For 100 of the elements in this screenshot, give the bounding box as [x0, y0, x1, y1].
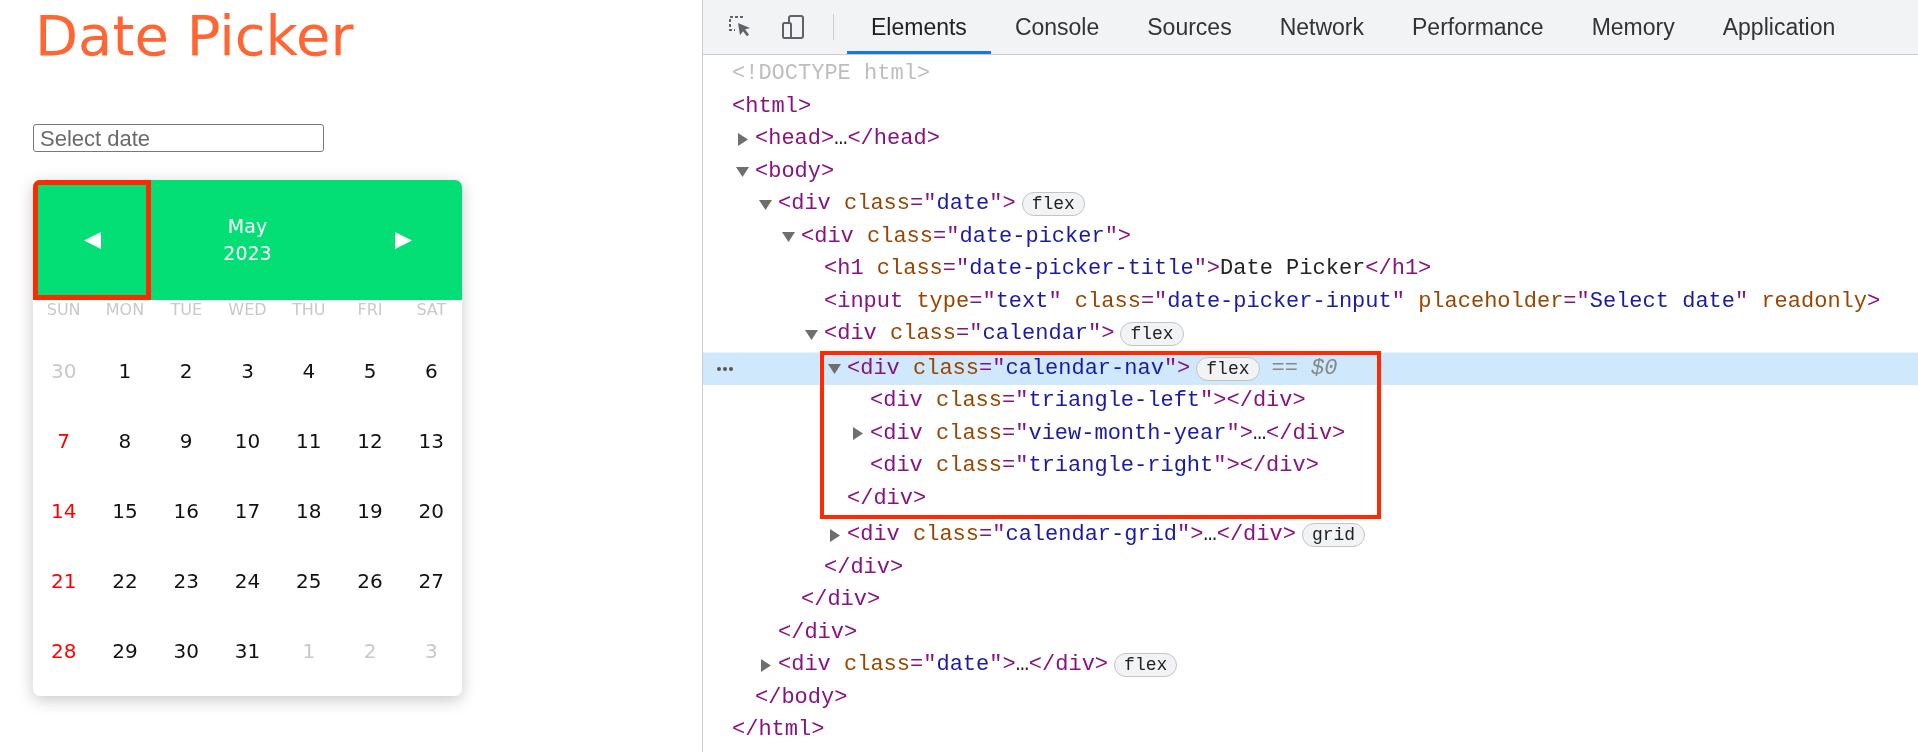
devtools-tab[interactable]: Console [990, 0, 1124, 54]
day-number[interactable]: 3 [241, 359, 254, 384]
year-label: 2023 [223, 241, 272, 267]
tree-row[interactable]: <div class="triangle-left"></div> [824, 385, 1346, 418]
tree-row[interactable]: <div class="view-month-year">…</div> [824, 417, 1346, 450]
tree-row[interactable]: <h1 class="date-picker-title">Date Picker</h1> [703, 253, 1918, 286]
day-number[interactable]: 12 [357, 429, 383, 454]
tree-row[interactable]: <div class="calendar"> flex [703, 318, 1918, 351]
tree-row[interactable]: <div class="date-picker"> [703, 220, 1918, 253]
day-number[interactable]: 8 [118, 429, 132, 454]
day-number[interactable]: 5 [363, 359, 377, 384]
code-text: <div class="triangle-left"></div> [870, 387, 1306, 415]
day-number[interactable]: 22 [112, 569, 138, 594]
tree-row[interactable]: <div class="date">…</div> flex [703, 649, 1918, 682]
day-number[interactable]: 31 [234, 639, 261, 664]
code-text: <head>…</head> [755, 125, 940, 153]
devtools-tab[interactable]: Application [1698, 0, 1860, 54]
tree-row[interactable]: <html> [703, 90, 1918, 123]
layout-badge[interactable]: flex [1021, 192, 1085, 217]
code-text: <input type="text" class="date-picker-input" placeholder="Select date" readonly> [824, 287, 1881, 316]
layout-badge[interactable]: flex [1120, 322, 1184, 347]
tree-row[interactable]: </div> [703, 551, 1918, 584]
tree-row[interactable]: </div> [703, 584, 1918, 617]
code-text: <div class="date-picker"> [801, 222, 1132, 251]
page-title: Date Picker [35, 4, 355, 69]
day-number[interactable]: 13 [418, 429, 445, 454]
code-text: </div> [847, 484, 927, 513]
devtools-tab[interactable]: Network [1255, 0, 1388, 54]
layout-badge[interactable]: grid [1301, 523, 1366, 548]
triangle-left-icon [83, 231, 101, 249]
day-number[interactable]: 20 [418, 499, 445, 524]
day-number[interactable]: 17 [234, 499, 261, 524]
month-label: May [227, 213, 268, 239]
day-number[interactable]: 15 [112, 499, 138, 524]
day-number[interactable]: 24 [234, 569, 261, 594]
day-number[interactable]: 25 [296, 569, 322, 594]
devtools-tab[interactable]: Elements [847, 0, 991, 54]
tree-row[interactable]: <div class="date"> flex [703, 188, 1918, 221]
layout-badge[interactable]: flex [1196, 356, 1260, 381]
date-input[interactable]: Select date [33, 124, 324, 153]
layout-badge[interactable]: flex [1114, 653, 1178, 678]
code-text: <div class="view-month-year">…</div> [870, 419, 1346, 448]
tree-row[interactable]: <div class="triangle-right"></div> [824, 450, 1346, 483]
day-number[interactable]: 4 [302, 359, 316, 384]
code-text: <div class="calendar-nav"> [847, 354, 1191, 383]
day-number[interactable]: 18 [296, 499, 322, 524]
day-number[interactable]: 23 [173, 569, 199, 594]
toggle-arrow-icon[interactable] [828, 528, 841, 542]
code-text: </html> [732, 716, 825, 744]
tree-row[interactable]: <body> [703, 155, 1918, 188]
day-number[interactable]: 10 [234, 429, 261, 454]
day-number[interactable]: 21 [50, 569, 77, 594]
code-text: <div class="triangle-right"></div> [870, 452, 1319, 480]
code-text: </div> [824, 553, 904, 582]
day-number[interactable]: 2 [179, 359, 193, 384]
code-text: <div class="date"> [778, 190, 1016, 218]
toggle-arrow-icon[interactable] [828, 362, 841, 376]
day-number[interactable]: 16 [173, 499, 199, 524]
toggle-arrow-icon[interactable] [851, 427, 864, 441]
triangle-right-icon [394, 231, 412, 249]
toggle-arrow-icon[interactable] [759, 658, 772, 672]
tree-row[interactable]: <div class="calendar-grid">…</div> grid [703, 519, 1918, 552]
day-number[interactable]: 29 [112, 639, 138, 664]
node-reference: == $0 [1271, 354, 1338, 383]
toggle-arrow-icon[interactable] [782, 230, 795, 244]
day-number[interactable]: 30 [173, 639, 199, 664]
day-number[interactable]: 26 [357, 569, 383, 594]
day-number[interactable]: 14 [50, 499, 77, 524]
device-icon [781, 14, 807, 40]
tree-row[interactable]: </div> [824, 482, 1346, 515]
toggle-arrow-icon[interactable] [736, 165, 749, 179]
day-number[interactable]: 28 [50, 639, 77, 664]
toggle-arrow-icon[interactable] [805, 327, 818, 341]
code-text: <!DOCTYPE html> [732, 60, 931, 88]
code-text: <html> [732, 92, 812, 121]
tree-row[interactable]: <head>…</head> [703, 123, 1918, 156]
devtools-tab[interactable]: Performance [1388, 0, 1568, 54]
day-number[interactable]: 11 [296, 429, 322, 454]
toggle-arrow-icon[interactable] [736, 132, 749, 146]
code-text: <div class="calendar"> [824, 320, 1115, 348]
tree-row[interactable]: </body> [703, 681, 1918, 714]
day-number[interactable]: 9 [179, 429, 193, 454]
code-text: </div> [801, 586, 881, 614]
code-text: <body> [755, 157, 835, 186]
day-number[interactable]: 27 [418, 569, 445, 594]
day-number[interactable]: 1 [118, 359, 132, 384]
day-number[interactable]: 7 [57, 429, 70, 454]
tree-row[interactable]: </html> [703, 714, 1918, 747]
tree-row[interactable]: <input type="text" class="date-picker-input" placeholder="Select date" readonly> [703, 285, 1918, 318]
tree-row[interactable]: </div> [703, 616, 1918, 649]
code-text: <h1 class="date-picker-title">Date Picker</h1> [824, 255, 1432, 283]
devtools-tab[interactable]: Sources [1123, 0, 1256, 54]
devtools-tab[interactable]: Memory [1567, 0, 1699, 54]
code-text: <div class="date">…</div> [778, 651, 1109, 679]
code-text: <div class="calendar-grid">…</div> [847, 521, 1296, 549]
more-icon [717, 366, 733, 371]
toggle-arrow-icon[interactable] [759, 197, 772, 211]
day-number[interactable]: 19 [357, 499, 383, 524]
code-text: </div> [778, 618, 858, 647]
day-number[interactable]: 6 [424, 359, 438, 384]
